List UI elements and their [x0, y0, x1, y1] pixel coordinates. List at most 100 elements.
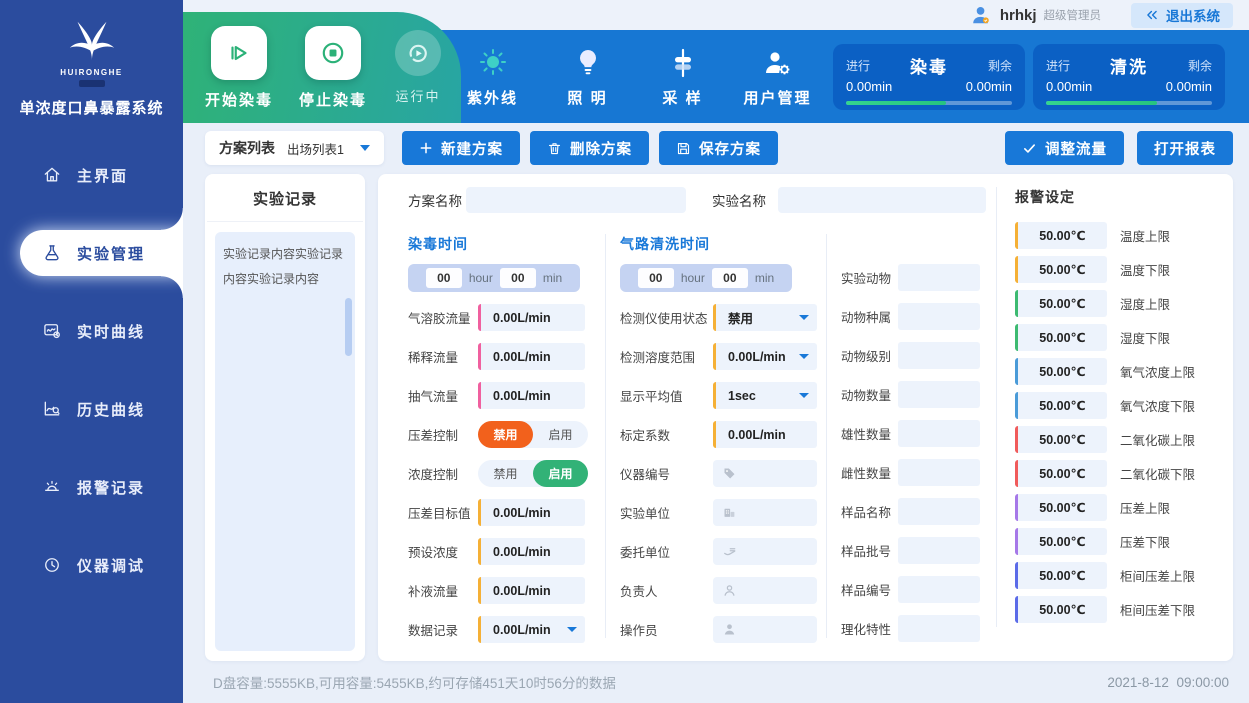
field-input[interactable]	[898, 615, 980, 642]
field-input[interactable]: 0.00L/min	[478, 304, 585, 331]
field-input[interactable]: 1sec	[713, 382, 817, 409]
save-plan-label: 保存方案	[699, 138, 761, 159]
sidebar-item-home[interactable]: 主界面	[0, 152, 183, 198]
alarm-value-input[interactable]: 50.00℃	[1015, 460, 1107, 487]
alarm-value-input[interactable]: 50.00℃	[1015, 358, 1107, 385]
hour-input[interactable]: 00	[638, 268, 674, 288]
record-item[interactable]: 实验记录内容实验记录内容实验记录内容	[223, 242, 347, 292]
alarm-label: 柜间压差下限	[1120, 600, 1195, 619]
plan-name-input[interactable]	[466, 187, 686, 213]
alarm-value-input[interactable]: 50.00℃	[1015, 494, 1107, 521]
alarm-value-input[interactable]: 50.00℃	[1015, 290, 1107, 317]
sidebar-item-instrument-debug[interactable]: 仪器调试	[0, 542, 183, 588]
new-plan-button[interactable]: 新建方案	[402, 131, 520, 165]
experiment-unit-input[interactable]	[713, 499, 817, 526]
sidebar-item-alarm-records[interactable]: 报警记录	[0, 464, 183, 510]
alarm-value-input[interactable]: 50.00℃	[1015, 256, 1107, 283]
scrollbar-thumb[interactable]	[345, 298, 352, 356]
field-input[interactable]: 0.00L/min	[478, 382, 585, 409]
plan-list-select[interactable]: 方案列表 出场列表1	[205, 131, 384, 165]
field-input[interactable]: 禁用	[713, 304, 817, 331]
delete-plan-button[interactable]: 删除方案	[530, 131, 649, 165]
plan-list-label: 方案列表	[219, 138, 275, 158]
field-input[interactable]	[898, 342, 980, 369]
alarm-value-input[interactable]: 50.00℃	[1015, 392, 1107, 419]
experiment-name-input[interactable]	[778, 187, 986, 213]
field-input[interactable]	[898, 303, 980, 330]
lighting-button[interactable]: 照 明	[540, 45, 635, 108]
field-value: 1sec	[728, 389, 756, 403]
sidebar-item-realtime-curve[interactable]: 实时曲线	[0, 308, 183, 354]
field-input[interactable]	[898, 576, 980, 603]
user-management-button[interactable]: 用户管理	[730, 45, 825, 108]
form-field-row: 检测溶度范围 0.00L/min	[620, 343, 820, 370]
alarm-value-input[interactable]: 50.00℃	[1015, 562, 1107, 589]
field-input[interactable]: 0.00L/min	[478, 343, 585, 370]
operator-input[interactable]	[713, 616, 817, 643]
form-field-row: 抽气流量 0.00L/min	[408, 382, 593, 409]
record-list[interactable]: 实验记录内容实验记录内容实验记录内容	[215, 232, 355, 651]
field-label: 负责人	[620, 581, 713, 600]
alarm-value-input[interactable]: 50.00℃	[1015, 324, 1107, 351]
alarm-value-input[interactable]: 50.00℃	[1015, 596, 1107, 623]
enable-option[interactable]: 启用	[533, 460, 588, 487]
clean-card-title: 清洗	[1110, 53, 1148, 78]
field-input[interactable]: 0.00L/min	[478, 499, 585, 526]
trash-icon	[547, 141, 562, 156]
chevron-down-icon[interactable]	[799, 354, 809, 359]
chevron-down-icon[interactable]	[567, 627, 577, 632]
alarm-label: 湿度下限	[1120, 328, 1170, 347]
start-poison-button[interactable]	[211, 26, 267, 80]
sidebar-item-experiment[interactable]: 实验管理	[20, 230, 183, 276]
concentration-control-row: 浓度控制 禁用 启用	[408, 460, 593, 487]
form-field-row: 数据记录 0.00L/min	[408, 616, 593, 643]
field-input[interactable]: 0.00L/min	[713, 343, 817, 370]
client-unit-input[interactable]	[713, 538, 817, 565]
save-plan-button[interactable]: 保存方案	[659, 131, 778, 165]
pressure-control-row: 压差控制 禁用 启用	[408, 421, 593, 448]
adjust-flow-button[interactable]: 调整流量	[1005, 131, 1124, 165]
field-input[interactable]	[898, 381, 980, 408]
logout-button[interactable]: 退出系统	[1131, 3, 1233, 28]
alarm-value-input[interactable]: 50.00℃	[1015, 426, 1107, 453]
open-report-button[interactable]: 打开报表	[1137, 131, 1233, 165]
alarm-value-input[interactable]: 50.00℃	[1015, 528, 1107, 555]
alarm-setting-row: 50.00℃ 温度下限	[1015, 256, 1217, 283]
field-input[interactable]: 0.00L/min	[713, 421, 817, 448]
field-input[interactable]: 0.00L/min	[478, 538, 585, 565]
minute-input[interactable]: 00	[712, 268, 748, 288]
alarm-value: 50.00℃	[1039, 602, 1085, 617]
plan-name-label: 方案名称	[408, 190, 466, 210]
field-input[interactable]	[898, 459, 980, 486]
operator-row: 操作员	[620, 616, 820, 643]
sidebar-item-label: 报警记录	[77, 477, 145, 498]
alarm-value: 50.00℃	[1039, 466, 1085, 481]
alarm-value-input[interactable]: 50.00℃	[1015, 222, 1107, 249]
clean-time-input: 00 hour 00 min	[620, 264, 792, 292]
instrument-number-input[interactable]	[713, 460, 817, 487]
minute-input[interactable]: 00	[500, 268, 536, 288]
sidebar-item-history-curve[interactable]: 历史曲线	[0, 386, 183, 432]
chevron-down-icon[interactable]	[799, 393, 809, 398]
supervisor-input[interactable]	[713, 577, 817, 604]
poison-time-input: 00 hour 00 min	[408, 264, 580, 292]
field-input[interactable]	[898, 537, 980, 564]
history-curve-icon	[42, 399, 62, 419]
running-status-label: 运行中	[395, 86, 441, 105]
field-input[interactable]: 0.00L/min	[478, 577, 585, 604]
stop-poison-button[interactable]	[305, 26, 361, 80]
enable-option[interactable]: 启用	[533, 421, 588, 448]
field-input[interactable]	[898, 264, 980, 291]
disable-option[interactable]: 禁用	[478, 421, 533, 448]
disable-option[interactable]: 禁用	[478, 460, 533, 487]
chevron-down-icon[interactable]	[799, 315, 809, 320]
sampling-button[interactable]: 采 样	[635, 45, 730, 108]
minute-unit: min	[755, 271, 774, 285]
divider	[207, 221, 363, 222]
field-input[interactable]: 0.00L/min	[478, 616, 585, 643]
hour-input[interactable]: 00	[426, 268, 462, 288]
field-input[interactable]	[898, 498, 980, 525]
field-input[interactable]	[898, 420, 980, 447]
tag-icon	[722, 466, 737, 481]
field-label: 气溶胶流量	[408, 308, 478, 327]
